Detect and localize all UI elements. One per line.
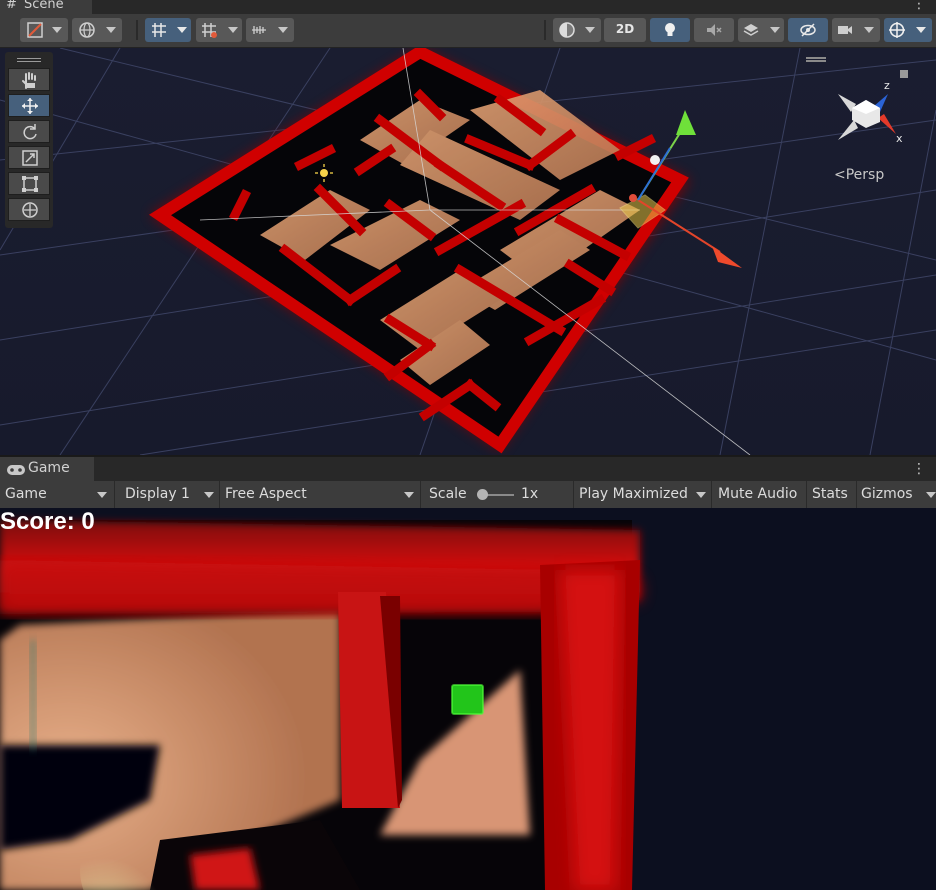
scene-menu-icon[interactable]: ⋮	[912, 0, 926, 12]
scene-toolbar: 2D	[0, 14, 936, 48]
camera-settings-dropdown[interactable]	[832, 18, 880, 42]
palette-drag-handle[interactable]	[17, 58, 41, 59]
tab-game[interactable]: Game	[0, 457, 94, 481]
display-label: Display 1	[125, 486, 190, 502]
chevron-down-icon	[864, 27, 874, 33]
x-axis-label: x	[896, 132, 903, 145]
scale-label: Scale	[429, 486, 467, 502]
scene-visibility-toggle[interactable]	[788, 18, 828, 42]
lighting-toggle-button[interactable]	[650, 18, 690, 42]
tab-scene[interactable]: # Scene	[0, 0, 92, 14]
game-view-label: Game	[5, 486, 47, 502]
game-gizmos-dropdown[interactable]: Gizmos	[856, 481, 936, 508]
2d-label: 2D	[615, 22, 635, 36]
grid-snapping-dropdown[interactable]	[196, 18, 242, 42]
stats-toggle[interactable]: Stats	[807, 481, 857, 508]
effects-dropdown[interactable]	[738, 18, 784, 42]
snap-grid-icon	[202, 23, 217, 38]
rotate-tool-button[interactable]	[8, 120, 50, 143]
game-render	[0, 520, 640, 890]
game-tab-label: Game	[28, 460, 70, 476]
mute-audio-label: Mute Audio	[718, 486, 798, 502]
audio-toggle-button[interactable]	[694, 18, 734, 42]
2d-toggle-button[interactable]: 2D	[604, 18, 646, 42]
pickup-cube	[452, 685, 483, 714]
game-menu-icon[interactable]: ⋮	[912, 461, 926, 477]
global-local-dropdown[interactable]	[72, 18, 122, 42]
display-dropdown[interactable]: Display 1	[120, 481, 220, 508]
chevron-down-icon	[177, 27, 187, 33]
gizmos-label: Gizmos	[861, 486, 913, 502]
scale-icon	[22, 150, 38, 166]
aspect-dropdown[interactable]: Free Aspect	[220, 481, 421, 508]
scale-tool-button[interactable]	[8, 146, 50, 169]
perspective-toggle[interactable]: <Persp	[834, 167, 884, 183]
stats-label: Stats	[812, 486, 848, 502]
draw-mode-dropdown[interactable]	[20, 18, 68, 42]
chevron-down-icon	[696, 492, 706, 498]
scene-tab-bar	[0, 0, 936, 14]
rect-transform-icon	[22, 176, 38, 192]
draw-mode-icon	[27, 22, 43, 38]
chevron-down-icon	[770, 27, 780, 33]
hand-icon	[22, 72, 36, 89]
game-viewport[interactable]	[0, 508, 936, 890]
chevron-down-icon	[52, 27, 62, 33]
ruler-icon	[252, 26, 266, 34]
orientation-gizmo[interactable]: z x	[826, 72, 926, 182]
move-arrows-icon	[22, 98, 38, 114]
scene-tab-label: Scene	[24, 0, 64, 12]
score-text: Score: 0	[0, 508, 95, 535]
chevron-down-icon	[228, 27, 238, 33]
grid-icon	[152, 23, 166, 37]
hand-tool-button[interactable]	[8, 68, 50, 91]
persp-label: Persp	[845, 167, 885, 183]
hidden-eye-icon	[800, 23, 816, 37]
gamepad-icon	[7, 465, 25, 475]
chevron-down-icon	[204, 492, 214, 498]
game-tab-bar	[0, 456, 936, 482]
mute-audio-toggle[interactable]: Mute Audio	[713, 481, 807, 508]
scene-viewport[interactable]	[0, 48, 936, 455]
grid-visibility-dropdown[interactable]	[145, 18, 191, 42]
tool-palette	[5, 52, 53, 228]
chevron-down-icon	[916, 27, 926, 33]
gizmo-drag-handle[interactable]	[806, 57, 826, 59]
chevron-down-icon	[97, 492, 107, 498]
game-view-dropdown[interactable]: Game	[0, 481, 115, 508]
move-gizmo[interactable]	[629, 110, 742, 268]
globe-icon	[79, 22, 95, 38]
play-mode-label: Play Maximized	[579, 486, 688, 502]
gizmo-globe-icon	[889, 22, 905, 38]
camera-icon	[838, 26, 852, 34]
transform-tool-button[interactable]	[8, 198, 50, 221]
chevron-down-icon	[404, 492, 414, 498]
chevron-down-icon	[106, 27, 116, 33]
increment-snapping-dropdown[interactable]	[246, 18, 294, 42]
lightbulb-icon	[665, 23, 675, 36]
shaded-sphere-icon	[559, 22, 575, 38]
transform-icon	[22, 202, 38, 218]
scale-slider-thumb[interactable]	[477, 489, 488, 500]
chevron-down-icon	[278, 27, 288, 33]
rotate-icon	[23, 124, 37, 140]
aspect-label: Free Aspect	[225, 486, 307, 502]
z-axis-label: z	[884, 79, 890, 92]
chevron-down-icon	[585, 27, 595, 33]
shading-mode-dropdown[interactable]	[553, 18, 601, 42]
chevron-down-icon	[926, 492, 936, 498]
gizmos-dropdown[interactable]	[884, 18, 932, 42]
move-tool-button[interactable]	[8, 94, 50, 117]
play-mode-dropdown[interactable]: Play Maximized	[574, 481, 712, 508]
scale-control: Scale 1x	[424, 481, 574, 508]
scene-render	[0, 48, 936, 455]
layers-icon	[743, 24, 759, 36]
scale-value: 1x	[521, 486, 539, 502]
toolbar-divider	[136, 20, 138, 40]
persp-chevron-icon: <	[834, 167, 846, 183]
toolbar-divider	[544, 20, 546, 40]
scene-grid-icon: #	[6, 0, 17, 12]
rect-tool-button[interactable]	[8, 172, 50, 195]
speaker-muted-icon	[707, 24, 722, 36]
